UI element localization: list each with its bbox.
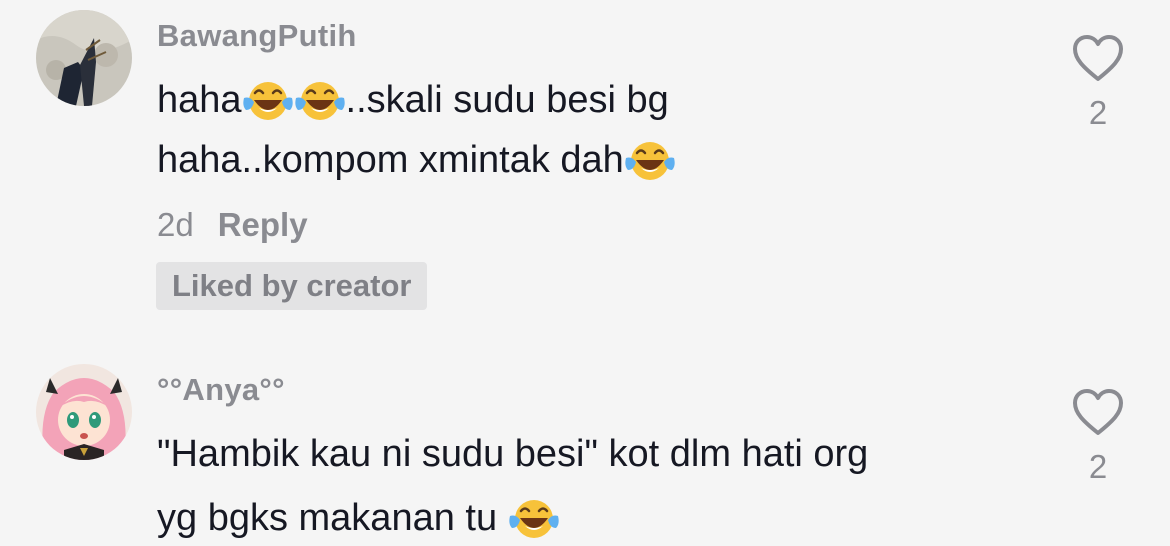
heart-icon[interactable] [1071,34,1125,84]
comment-text-line: "Hambik kau ni sudu besi" kot dlm hati o… [157,432,868,476]
comment-username[interactable]: °°Anya°° [157,372,285,408]
comment-text: haha..kompom xmintak dah [157,139,624,181]
liked-by-creator-badge: Liked by creator [156,262,428,310]
avatar[interactable] [36,10,132,106]
reply-button[interactable]: Reply [218,206,308,243]
comment-meta: 2d Reply [157,206,308,244]
avatar[interactable] [36,364,132,460]
heart-icon[interactable] [1071,388,1125,438]
anime-girl-avatar-icon [36,364,132,460]
comment-username[interactable]: BawangPutih [157,18,357,54]
face-with-tears-of-joy-icon [294,78,346,122]
comment-age: 2d [157,206,194,243]
face-with-tears-of-joy-icon [624,138,676,182]
face-with-tears-of-joy-icon [242,78,294,122]
like-count: 2 [1088,94,1108,131]
comment-text-line: haha ..skali sudu besi bg [157,78,669,122]
comment-text-line: yg bgks makanan tu [157,496,560,540]
beach-photo-avatar-icon [36,10,132,106]
comment-text: ..skali sudu besi bg [345,79,669,121]
comment-text: "Hambik kau ni sudu besi" kot dlm hati o… [157,433,869,475]
like-count: 2 [1088,448,1108,485]
comment-text: haha [157,79,242,121]
face-with-tears-of-joy-icon [508,496,560,540]
comment-text-line: haha..kompom xmintak dah [157,138,676,182]
comment-text: yg bgks makanan tu [157,497,508,539]
